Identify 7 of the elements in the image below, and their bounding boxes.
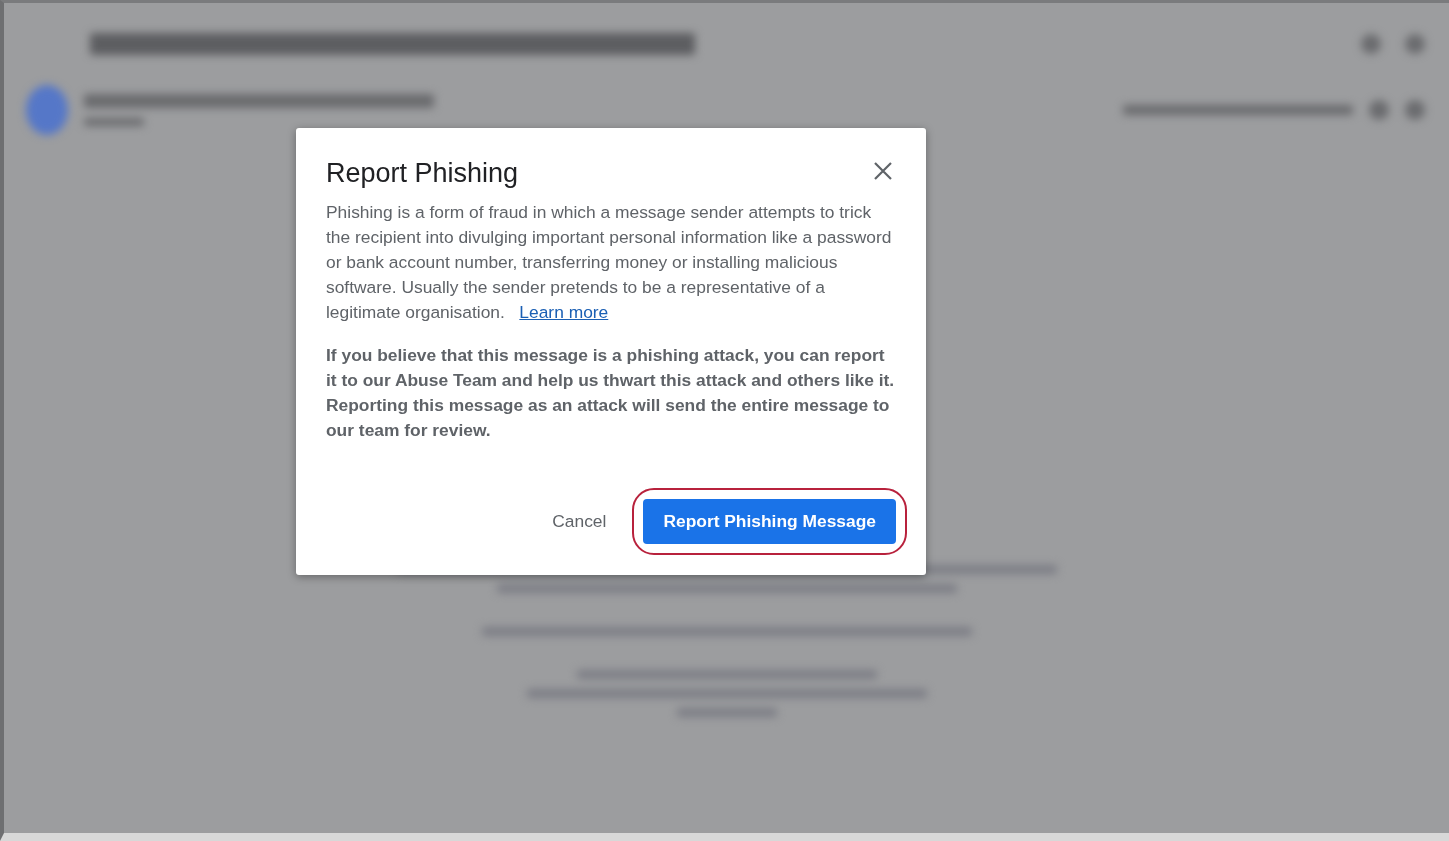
notice-text: If you believe that this message is a phishing attack, you can report it to our Abuse Team and help us thwart this attack and others like it. Reporting this message as an attack will send the entire message to our team for review. [326, 344, 896, 442]
learn-more-link[interactable]: Learn more [519, 302, 609, 322]
dialog-title: Report Phishing [326, 157, 519, 190]
report-button[interactable]: Report Phishing Message [643, 499, 896, 544]
description-text: Phishing is a form of fraud in which a message sender attempts to trick the recipient into divulging important personal information like a password or bank account number, transferring money or installing malicious software. Usually the sender pretends to be a representative of a legitimate organisation. Learn more [326, 201, 893, 324]
close-icon [874, 162, 892, 180]
cancel-button[interactable]: Cancel [540, 501, 619, 542]
